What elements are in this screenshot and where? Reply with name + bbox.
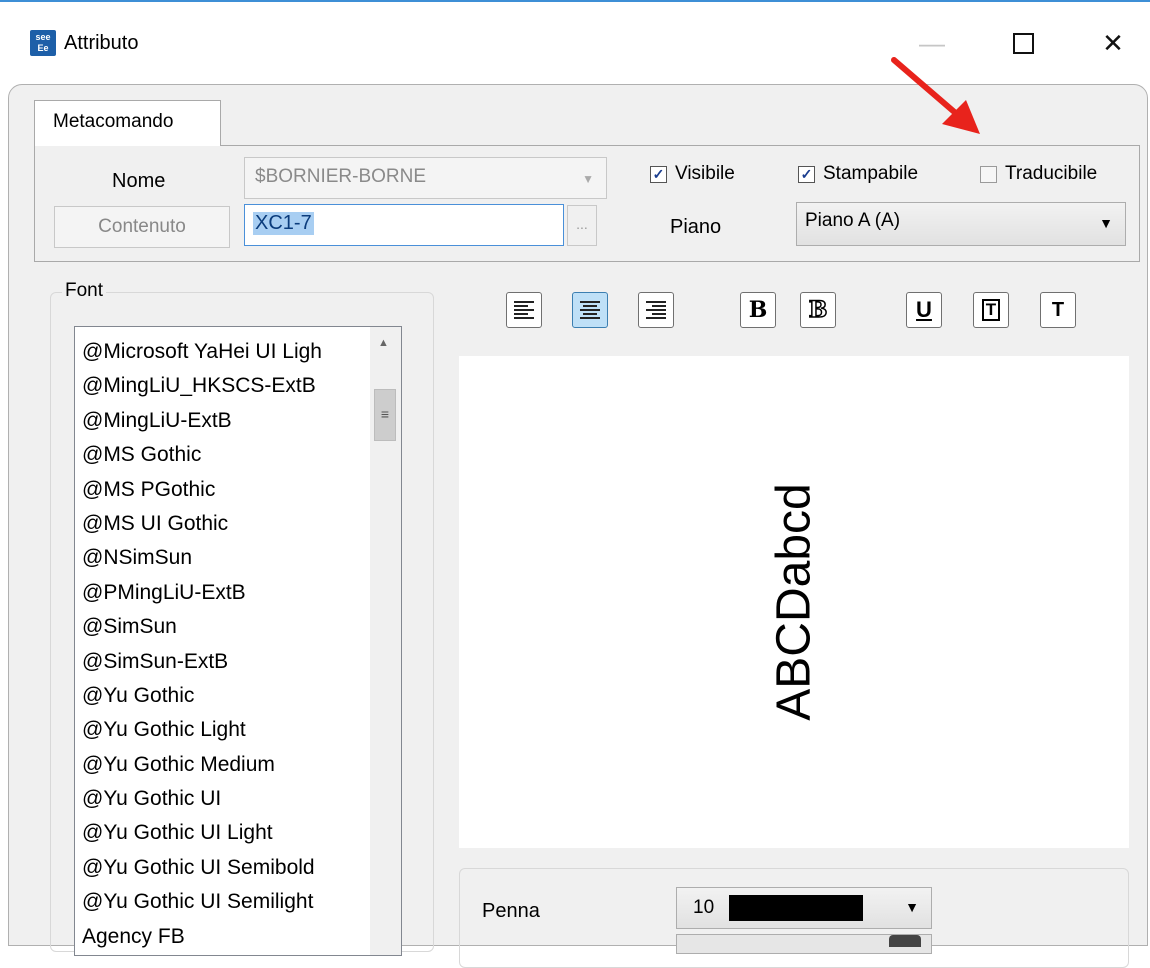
stampabile-checkbox[interactable]: ✓ Stampabile	[798, 163, 918, 185]
dropdown-nub	[889, 935, 921, 947]
align-center-icon	[580, 301, 600, 319]
font-list-item[interactable]: @Yu Gothic	[75, 679, 401, 713]
bold-button[interactable]: B	[740, 292, 776, 328]
attributo-dialog: see Ee Attributo — ✕ Metacomando Nome $B…	[0, 0, 1150, 968]
framed-t-icon: T	[981, 299, 1001, 321]
frame-text-button[interactable]: T	[973, 292, 1009, 328]
pen-dropdown[interactable]: 10 ▼	[676, 887, 932, 929]
nome-value: $BORNIER-BORNE	[255, 166, 427, 187]
nome-label: Nome	[112, 170, 166, 192]
penna-label: Penna	[482, 900, 540, 922]
font-list-item[interactable]: Agency FB	[75, 920, 401, 954]
preview-text: ABCDabcd	[767, 483, 821, 721]
pen-value: 10	[693, 897, 715, 918]
check-icon: ✓	[650, 165, 667, 183]
browse-button[interactable]: ...	[567, 205, 597, 246]
bold-outline-button[interactable]: B	[800, 292, 836, 328]
scroll-up-icon[interactable]: ▲	[378, 337, 389, 349]
align-right-icon	[646, 301, 666, 319]
font-list-item[interactable]: @Yu Gothic Medium	[75, 748, 401, 782]
close-button[interactable]: ✕	[1083, 20, 1143, 66]
content-input-value: XC1-7	[253, 212, 314, 235]
font-list-item[interactable]: @Yu Gothic UI Semibold	[75, 851, 401, 885]
piano-dropdown[interactable]: Piano A (A) ▼	[796, 202, 1126, 246]
maximize-icon	[1012, 32, 1034, 54]
nome-combo[interactable]: $BORNIER-BORNE ▼	[244, 157, 607, 199]
align-center-button[interactable]	[572, 292, 608, 328]
font-legend: Font	[62, 280, 107, 302]
contenuto-button[interactable]: Contenuto	[54, 206, 230, 248]
font-list-item[interactable]: @Yu Gothic Light	[75, 713, 401, 747]
unchecked-box-icon	[980, 165, 997, 183]
check-icon: ✓	[798, 165, 815, 183]
app-icon: see Ee	[30, 30, 56, 56]
visibile-checkbox[interactable]: ✓ Visibile	[650, 163, 735, 185]
secondary-dropdown[interactable]	[676, 934, 932, 954]
font-list-item[interactable]: @Yu Gothic UI Semilight	[75, 885, 401, 919]
font-list-item[interactable]: @Yu Gothic UI	[75, 782, 401, 816]
font-list-item[interactable]: @PMingLiU-ExtB	[75, 576, 401, 610]
chevron-down-icon: ▼	[905, 899, 919, 915]
font-list-scrollbar[interactable]: ▲ ≡	[370, 327, 401, 955]
stampabile-label: Stampabile	[823, 163, 919, 184]
font-list-item[interactable]: @MS UI Gothic	[75, 507, 401, 541]
red-arrow-icon	[891, 57, 980, 134]
font-list-item[interactable]: @MS Gothic	[75, 438, 401, 472]
plain-text-button[interactable]: T	[1040, 292, 1076, 328]
font-list-item[interactable]: @SimSun	[75, 610, 401, 644]
font-list-item[interactable]: @Yu Gothic UI Light	[75, 816, 401, 850]
font-list-item[interactable]: @MingLiU_HKSCS-ExtB	[75, 369, 401, 403]
font-list-item[interactable]: @Microsoft YaHei UI Ligh	[75, 335, 401, 369]
font-list-item[interactable]: @SimSun-ExtB	[75, 645, 401, 679]
scroll-thumb[interactable]: ≡	[374, 389, 396, 441]
piano-label: Piano	[670, 216, 722, 238]
font-list-item[interactable]: @NSimSun	[75, 541, 401, 575]
align-left-icon	[514, 301, 534, 319]
underline-button[interactable]: U	[906, 292, 942, 328]
content-input[interactable]: XC1-7	[244, 204, 564, 246]
font-list-item[interactable]: @MS PGothic	[75, 473, 401, 507]
maximize-button[interactable]	[993, 20, 1053, 66]
font-list[interactable]: @Microsoft YaHei UI Ligh @MingLiU_HKSCS-…	[74, 326, 402, 956]
align-right-button[interactable]	[638, 292, 674, 328]
chevron-down-icon: ▼	[582, 172, 594, 186]
tab-metacomando[interactable]: Metacomando	[34, 100, 221, 146]
traducibile-checkbox[interactable]: Traducibile	[980, 163, 1097, 185]
visibile-label: Visibile	[675, 163, 735, 184]
pen-color-swatch	[729, 895, 863, 921]
chevron-down-icon: ▼	[1099, 215, 1113, 231]
align-left-button[interactable]	[506, 292, 542, 328]
piano-value: Piano A (A)	[805, 210, 901, 231]
traducibile-label: Traducibile	[1005, 163, 1098, 184]
font-list-item[interactable]: @MingLiU-ExtB	[75, 404, 401, 438]
window-title: Attributo	[64, 32, 139, 54]
